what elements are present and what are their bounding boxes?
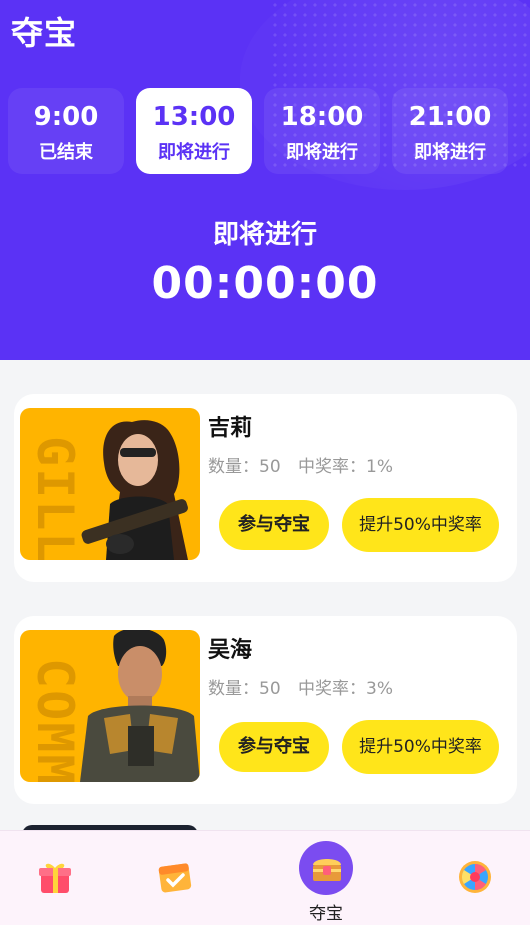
slot-time: 18:00 [280,102,364,132]
gift-box-icon [39,863,71,893]
slot-time: 21:00 [408,102,492,132]
quantity-text: 数量：50 [208,679,281,699]
tab-label: 夺宝 [309,904,343,924]
prize-wheel-icon [459,861,491,893]
slot-status: 即将进行 [286,142,358,163]
slot-time: 13:00 [152,102,236,132]
tab-lucky-wheel[interactable] [420,831,530,925]
time-slot-tabs: 9:00 已结束 13:00 即将进行 18:00 即将进行 21:00 即将进… [8,88,522,176]
prize-card: GILL 吉莉 数量：50 中奖率：1% 参与夺宝 提升50%中奖率 [14,394,517,582]
calendar-check-icon [158,863,192,893]
character-portrait: GILL [20,408,200,560]
bottom-tab-bar: 夺宝 [0,830,530,925]
slot-status: 已结束 [39,142,93,163]
prize-meta: 数量：50 中奖率：3% [208,674,405,699]
quantity-text: 数量：50 [208,457,281,477]
male-character-illustration [80,630,200,782]
slot-time: 9:00 [33,102,99,132]
countdown-label: 即将进行 [212,220,317,250]
page-title: 夺宝 [11,14,78,52]
time-slot-tab[interactable]: 9:00 已结束 [8,88,124,174]
tab-treasure[interactable]: 夺宝 [271,831,381,925]
slot-status: 即将进行 [158,142,230,163]
boost-rate-button[interactable]: 提升50%中奖率 [342,720,499,774]
character-name: 吴海 [208,638,253,663]
join-draw-button[interactable]: 参与夺宝 [219,500,329,550]
join-draw-button[interactable]: 参与夺宝 [219,722,329,772]
character-portrait: COMM [20,630,200,782]
female-character-illustration [81,420,188,560]
countdown-timer: 00:00:00 [151,258,379,309]
tab-checkin[interactable] [120,831,230,925]
prize-meta: 数量：50 中奖率：1% [208,452,405,477]
time-slot-tab-active[interactable]: 13:00 即将进行 [136,88,252,174]
win-rate-text: 中奖率：1% [298,457,394,477]
win-rate-text: 中奖率：3% [298,679,394,699]
boost-rate-button[interactable]: 提升50%中奖率 [342,498,499,552]
time-slot-tab[interactable]: 21:00 即将进行 [392,88,508,174]
slot-status: 即将进行 [414,142,486,163]
tab-gift[interactable] [0,831,110,925]
prize-card: COMM 吴海 数量：50 中奖率：3% 参与夺宝 提升50%中奖率 [14,616,517,804]
character-name: 吉莉 [208,416,253,441]
time-slot-tab[interactable]: 18:00 即将进行 [264,88,380,174]
treasure-chest-icon [313,859,341,881]
header: 夺宝 9:00 已结束 13:00 即将进行 18:00 即将进行 21:00 … [0,0,530,360]
